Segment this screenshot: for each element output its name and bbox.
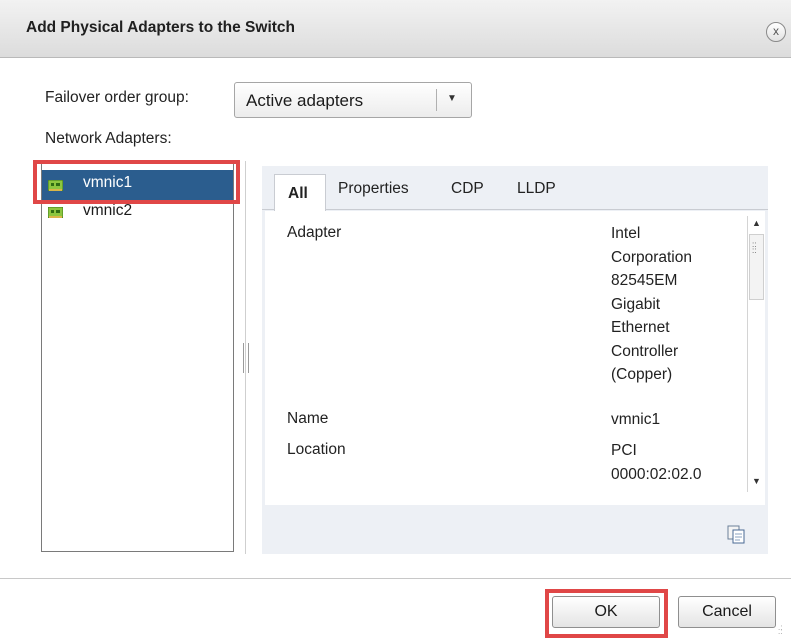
adapter-value-line: Controller xyxy=(611,342,679,360)
details-scrollbar[interactable]: ▲ :::: ▼ xyxy=(747,216,765,492)
failover-order-group-label: Failover order group: xyxy=(45,89,189,106)
failover-order-group-select[interactable]: Active adapters ▼ xyxy=(234,82,472,118)
scroll-up-icon[interactable]: ▲ xyxy=(752,218,761,228)
location-label: Location xyxy=(287,441,346,458)
location-value: PCI 0000:02:02.0 xyxy=(611,439,702,486)
tab-strip: All Properties CDP LLDP xyxy=(262,166,768,211)
adapter-value-line: Ethernet xyxy=(611,319,670,336)
splitter-grip-icon[interactable] xyxy=(243,343,249,373)
chevron-down-icon[interactable]: ▼ xyxy=(447,93,457,104)
adapter-name: vmnic2 xyxy=(83,202,133,219)
tab-properties[interactable]: Properties xyxy=(338,180,409,198)
resize-grip-icon[interactable]: .:.: xyxy=(778,624,782,636)
adapter-label: Adapter xyxy=(287,224,342,241)
failover-selected-value: Active adapters xyxy=(246,91,364,110)
network-adapters-label: Network Adapters: xyxy=(45,130,172,147)
close-icon[interactable]: x xyxy=(766,22,786,42)
scroll-down-icon[interactable]: ▼ xyxy=(752,476,761,486)
dialog-title: Add Physical Adapters to the Switch xyxy=(26,19,296,36)
highlight-box-ok xyxy=(545,589,668,638)
name-value: vmnic1 xyxy=(611,411,661,428)
network-adapters-list[interactable]: vmnic1 vmnic2 xyxy=(41,161,234,552)
thumb-grip-icon: :::: xyxy=(752,240,757,255)
adapter-value-line: (Copper) xyxy=(611,366,673,383)
highlight-box-vmnic1 xyxy=(33,160,240,204)
details-table: Adapter Intel Corporation 82545EM Gigabi… xyxy=(265,211,765,505)
adapter-details-panel: All Properties CDP LLDP Adapter Intel Co… xyxy=(262,166,768,554)
adapter-value-line: 82545EM xyxy=(611,272,678,289)
name-label: Name xyxy=(287,410,329,427)
location-value-line: PCI xyxy=(611,442,637,459)
cancel-button[interactable]: Cancel xyxy=(678,596,776,628)
footer-divider xyxy=(0,578,791,579)
tab-cdp[interactable]: CDP xyxy=(451,180,484,198)
tab-lldp[interactable]: LLDP xyxy=(517,180,556,198)
adapter-value-line: Gigabit xyxy=(611,295,661,313)
dialog-titlebar: Add Physical Adapters to the Switch x xyxy=(0,0,791,58)
adapter-value-line: Corporation xyxy=(611,248,692,266)
tab-all[interactable]: All xyxy=(274,174,326,211)
location-value-line: 0000:02:02.0 xyxy=(611,465,702,483)
adapter-value: Intel Corporation 82545EM Gigabit Ethern… xyxy=(611,222,692,387)
adapter-value-line: Intel xyxy=(611,225,641,242)
network-card-icon xyxy=(48,207,63,218)
add-physical-adapters-dialog: Add Physical Adapters to the Switch x Fa… xyxy=(0,0,791,638)
copy-icon[interactable] xyxy=(726,524,746,544)
select-divider xyxy=(436,89,437,111)
